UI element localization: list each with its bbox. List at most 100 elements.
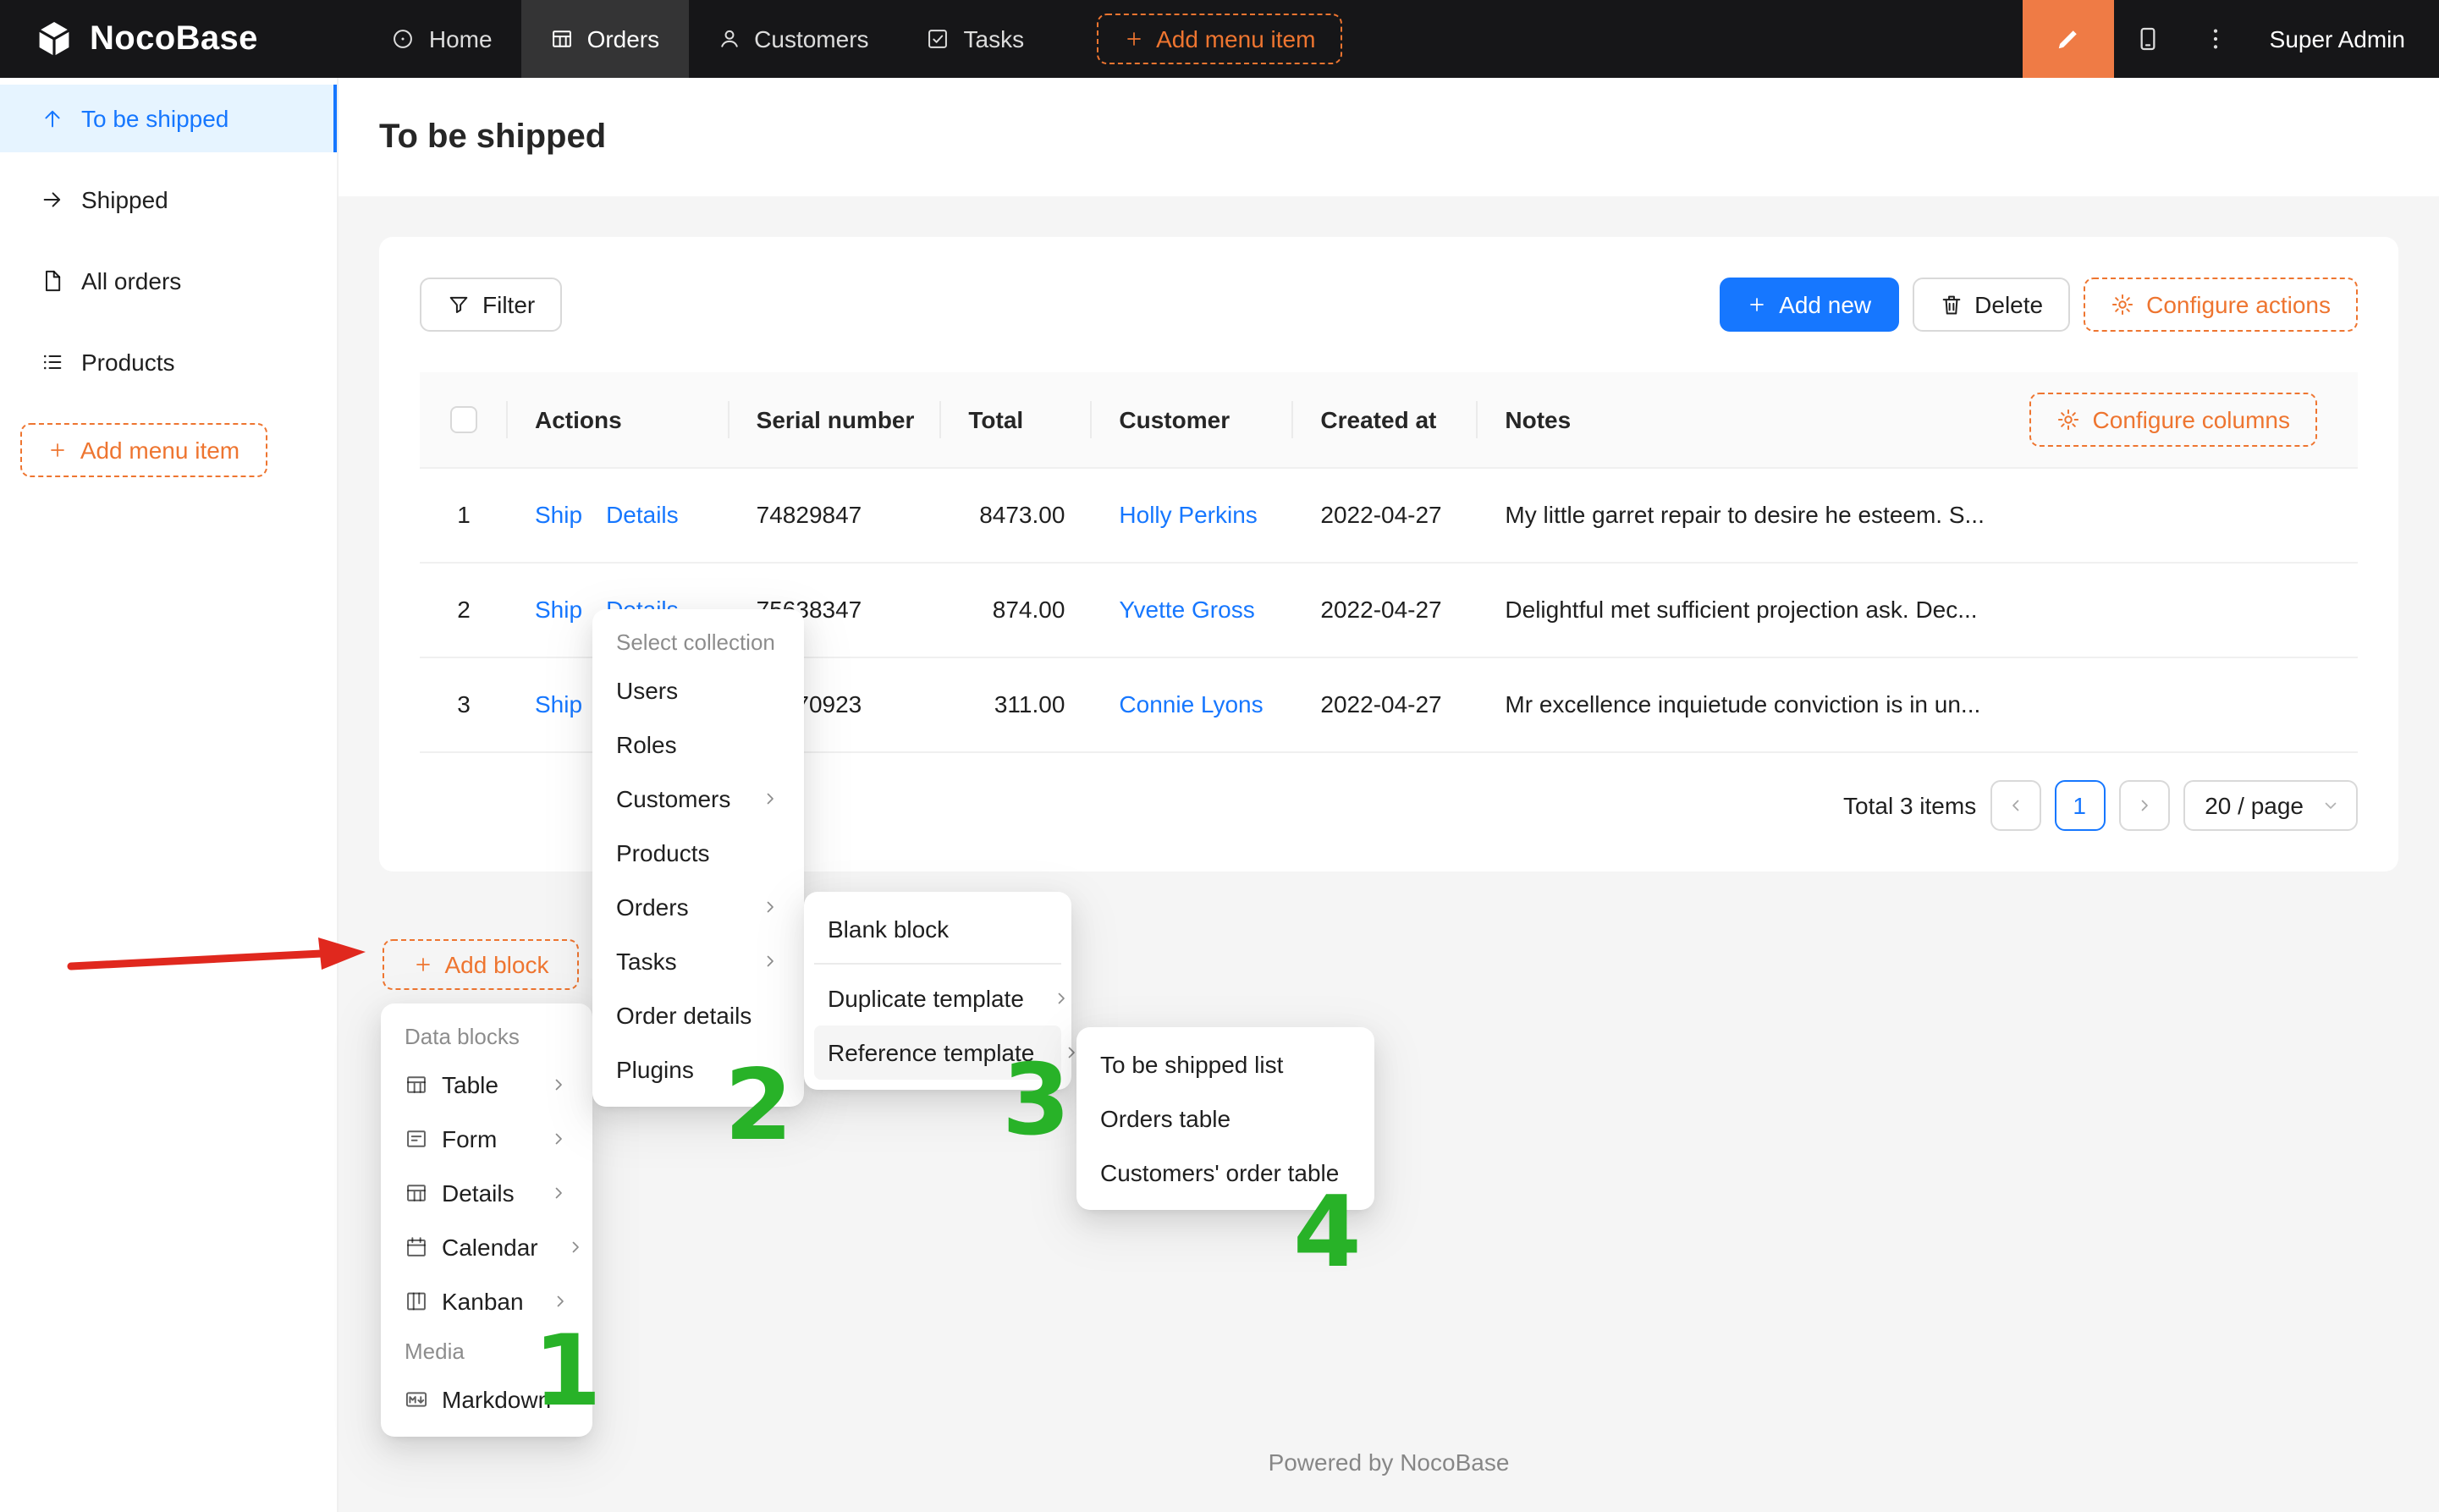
customer-cell: Connie Lyons — [1092, 657, 1293, 751]
menu-item-tasks[interactable]: Tasks — [603, 934, 794, 988]
pagination-prev-button[interactable] — [1990, 779, 2040, 830]
customer-link[interactable]: Yvette Gross — [1119, 596, 1254, 623]
menu-group-title: Data blocks — [391, 1014, 582, 1058]
sidebar-item-shipped[interactable]: Shipped — [0, 166, 337, 234]
sidebar-item-products[interactable]: Products — [0, 328, 337, 396]
ui-editor-button[interactable] — [2023, 0, 2114, 78]
menu-divider — [814, 963, 1061, 965]
user-menu[interactable]: Super Admin — [2249, 25, 2439, 52]
nav-item-customers[interactable]: Customers — [688, 0, 897, 78]
menu-item-table[interactable]: Table — [391, 1058, 582, 1112]
step-annotation-1: 1 — [533, 1322, 602, 1420]
arrow-right-icon — [41, 188, 64, 212]
chevron-right-icon — [548, 1183, 569, 1203]
add-block-button[interactable]: Add block — [383, 939, 579, 990]
customer-link[interactable]: Holly Perkins — [1119, 501, 1257, 528]
details-link[interactable]: Details — [606, 501, 679, 528]
customer-cell: Yvette Gross — [1092, 562, 1293, 657]
notes-cell: Mr excellence inquietude conviction is i… — [1478, 657, 2358, 751]
column-header-serial: Serial number — [729, 372, 942, 467]
total-cell: 874.00 — [941, 562, 1092, 657]
nav-item-label: Customers — [754, 25, 868, 52]
plus-icon — [48, 440, 69, 460]
page-title: To be shipped — [379, 118, 606, 157]
chevron-right-icon — [760, 789, 780, 809]
menu-item-customers[interactable]: Customers — [603, 772, 794, 826]
step-annotation-3: 3 — [1002, 1051, 1071, 1149]
add-new-button[interactable]: Add new — [1720, 278, 1898, 332]
ship-link[interactable]: Ship — [535, 690, 582, 718]
nav-item-orders[interactable]: Orders — [521, 0, 689, 78]
chevron-right-icon — [548, 1129, 569, 1149]
filter-button[interactable]: Filter — [420, 278, 562, 332]
nocobase-logo[interactable]: NocoBase — [0, 19, 292, 59]
menu-item-calendar[interactable]: Calendar — [391, 1220, 582, 1274]
menu-item-to-be-shipped-list[interactable]: To be shipped list — [1087, 1037, 1364, 1091]
delete-button[interactable]: Delete — [1912, 278, 2070, 332]
notes-cell: Delightful met sufficient projection ask… — [1478, 562, 2358, 657]
select-all-header — [420, 372, 508, 467]
menu-group-title: Select collection — [603, 619, 794, 663]
gear-icon — [2057, 408, 2081, 432]
row-index-cell: 1 — [420, 467, 508, 562]
nav-item-label: Home — [429, 25, 493, 52]
page-size-select[interactable]: 20 / page — [2183, 779, 2358, 830]
orders-icon — [550, 27, 574, 51]
column-header-total: Total — [941, 372, 1092, 467]
chevron-left-icon — [2005, 794, 2025, 815]
menu-item-users[interactable]: Users — [603, 663, 794, 718]
menu-item-details[interactable]: Details — [391, 1166, 582, 1220]
sidebar-item-all-orders[interactable]: All orders — [0, 247, 337, 315]
column-header-customer: Customer — [1092, 372, 1293, 467]
select-all-checkbox[interactable] — [450, 407, 477, 434]
arrow-up-icon — [41, 107, 64, 130]
sidebar-item-to-be-shipped[interactable]: To be shipped — [0, 85, 337, 152]
pagination-total: Total 3 items — [1843, 791, 1976, 818]
menu-item-form[interactable]: Form — [391, 1112, 582, 1166]
configure-columns-button[interactable]: Configure columns — [2030, 393, 2317, 447]
logo-text: NocoBase — [90, 19, 258, 58]
menu-item-order-details[interactable]: Order details — [603, 988, 794, 1042]
top-nav-menu: Home Orders Customers Tasks — [363, 0, 1053, 78]
trash-icon — [1939, 293, 1963, 316]
tasks-icon — [927, 27, 950, 51]
step-annotation-4: 4 — [1293, 1183, 1362, 1281]
nav-item-tasks[interactable]: Tasks — [898, 0, 1054, 78]
total-cell: 311.00 — [941, 657, 1092, 751]
menu-item-products[interactable]: Products — [603, 826, 794, 880]
nav-item-label: Tasks — [964, 25, 1025, 52]
pagination-page-1[interactable]: 1 — [2054, 779, 2105, 830]
menu-item-orders[interactable]: Orders — [603, 880, 794, 934]
api-doc-button[interactable] — [2114, 0, 2182, 78]
sidebar-add-menu-item-button[interactable]: Add menu item — [20, 423, 267, 477]
markdown-icon — [405, 1388, 428, 1411]
customer-link[interactable]: Connie Lyons — [1119, 690, 1263, 718]
actions-cell: Ship Details — [508, 467, 729, 562]
menu-item-blank-block[interactable]: Blank block — [814, 902, 1061, 956]
menu-item-orders-table[interactable]: Orders table — [1087, 1091, 1364, 1146]
nocobase-cube-icon — [34, 19, 74, 59]
ship-link[interactable]: Ship — [535, 501, 582, 528]
ui-editor-highlighter-icon — [2053, 24, 2084, 54]
step-annotation-2: 2 — [724, 1056, 793, 1154]
red-arrow-annotation — [64, 931, 372, 978]
menu-item-duplicate-template[interactable]: Duplicate template — [814, 971, 1061, 1025]
configure-actions-button[interactable]: Configure actions — [2084, 278, 2358, 332]
tablet-icon — [2134, 25, 2161, 52]
pagination-next-button[interactable] — [2118, 779, 2169, 830]
toolbar-actions: Add new Delete Configure actions — [1720, 278, 2358, 332]
chevron-right-icon — [2133, 794, 2154, 815]
menu-item-roles[interactable]: Roles — [603, 718, 794, 772]
nav-add-menu-item-button[interactable]: Add menu item — [1097, 14, 1342, 64]
customers-icon — [717, 27, 741, 51]
nav-item-home[interactable]: Home — [363, 0, 521, 78]
sidebar: To be shipped Shipped All orders Product… — [0, 78, 339, 1512]
more-menu-button[interactable] — [2182, 0, 2249, 78]
kanban-icon — [405, 1289, 428, 1313]
top-navbar: NocoBase Home Orders Customers Tasks Add… — [0, 0, 2439, 78]
list-icon — [41, 350, 64, 374]
table-icon — [405, 1073, 428, 1097]
chevron-right-icon — [551, 1291, 571, 1311]
ship-link[interactable]: Ship — [535, 596, 582, 623]
created-at-cell: 2022-04-27 — [1293, 467, 1478, 562]
